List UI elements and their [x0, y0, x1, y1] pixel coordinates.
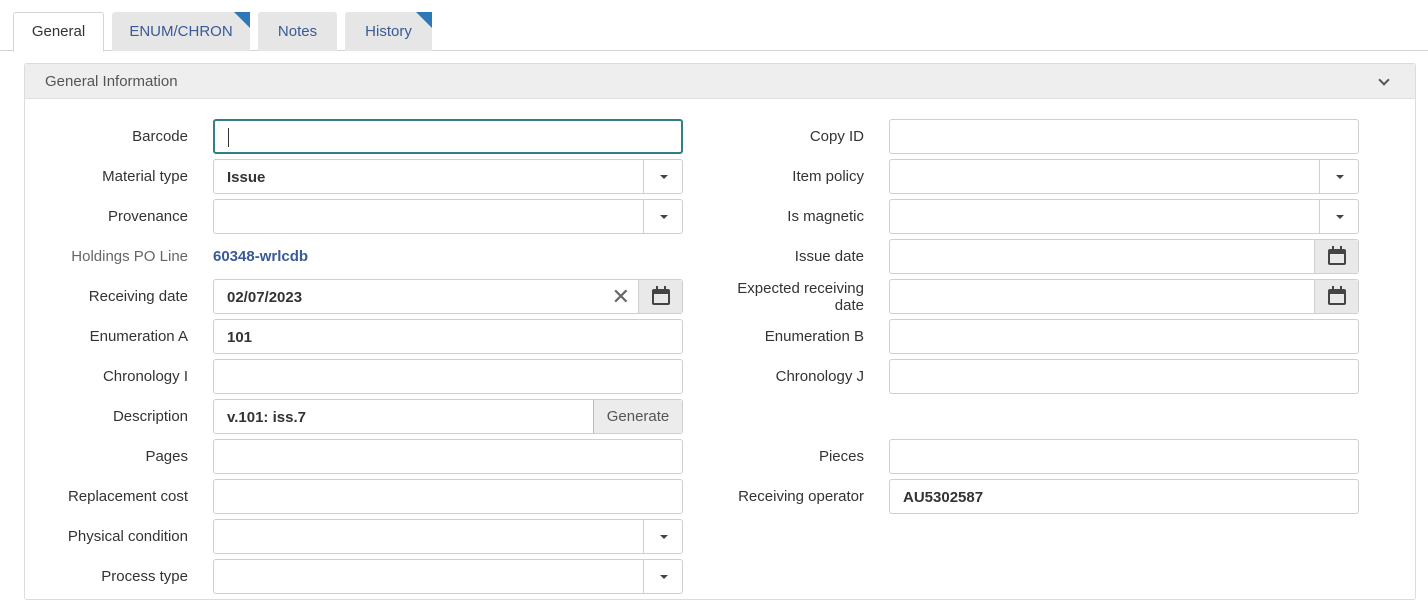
caret-down-icon: [660, 535, 668, 539]
barcode-label: Barcode: [132, 128, 188, 145]
physical-condition-select[interactable]: [213, 519, 683, 554]
chronology-j-label: Chronology J: [775, 368, 864, 385]
enumeration-a-value: 101: [227, 329, 253, 346]
chevron-down-icon[interactable]: [1378, 74, 1390, 86]
chronology-j-input[interactable]: [889, 359, 1359, 394]
tab-general[interactable]: General: [13, 12, 104, 52]
tab-enum-chron[interactable]: ENUM/CHRON: [112, 12, 250, 51]
receiving-operator-value: AU5302587: [903, 489, 984, 506]
caret-down-icon: [660, 175, 668, 179]
item-policy-select[interactable]: [889, 159, 1359, 194]
receiving-date-label: Receiving date: [88, 288, 188, 305]
provenance-select[interactable]: [213, 199, 683, 234]
expected-receiving-date-label-line1: Expected receiving: [737, 280, 864, 297]
pages-label: Pages: [145, 448, 188, 465]
calendar-icon: [1328, 286, 1346, 305]
tab-flag-icon: [234, 12, 250, 28]
description-label: Description: [112, 408, 188, 425]
pieces-input[interactable]: [889, 439, 1359, 474]
item-policy-label: Item policy: [792, 168, 864, 185]
is-magnetic-dropdown-button[interactable]: [1319, 200, 1358, 233]
generate-button[interactable]: Generate: [593, 400, 682, 433]
caret-down-icon: [660, 215, 668, 219]
expected-receiving-date-label-line2: date: [834, 297, 864, 314]
caret-down-icon: [1336, 215, 1344, 219]
pages-input[interactable]: [213, 439, 683, 474]
issue-date-label: Issue date: [794, 248, 864, 265]
text-cursor: [228, 128, 229, 147]
calendar-icon: [1328, 246, 1346, 265]
provenance-label: Provenance: [107, 208, 188, 225]
caret-down-icon: [660, 575, 668, 579]
pieces-label: Pieces: [818, 448, 864, 465]
receiving-operator-label: Receiving operator: [738, 488, 864, 505]
material-type-dropdown-button[interactable]: [643, 160, 682, 193]
barcode-input[interactable]: [213, 119, 683, 154]
issue-date-calendar-button[interactable]: [1314, 240, 1358, 273]
is-magnetic-select[interactable]: [889, 199, 1359, 234]
receiving-date-value: 02/07/2023: [227, 289, 303, 306]
physical-condition-label: Physical condition: [67, 528, 188, 545]
receiving-date-input[interactable]: 02/07/2023 ✕: [213, 279, 683, 314]
receiving-operator-input[interactable]: AU5302587: [889, 479, 1359, 514]
is-magnetic-label: Is magnetic: [787, 208, 864, 225]
description-value: v.101: iss.7: [227, 409, 306, 426]
caret-down-icon: [1336, 175, 1344, 179]
material-type-value: Issue: [227, 169, 266, 186]
expected-receiving-date-input[interactable]: [889, 279, 1359, 314]
replacement-cost-label: Replacement cost: [67, 488, 188, 505]
clear-icon[interactable]: ✕: [612, 286, 630, 308]
process-type-dropdown-button[interactable]: [643, 560, 682, 593]
panel-header[interactable]: General Information: [25, 64, 1415, 99]
enumeration-b-input[interactable]: [889, 319, 1359, 354]
copy-id-input[interactable]: [889, 119, 1359, 154]
tab-history[interactable]: History: [345, 12, 432, 51]
panel-title: General Information: [45, 73, 178, 90]
tab-notes[interactable]: Notes: [258, 12, 337, 51]
tab-history-label: History: [365, 23, 412, 40]
tab-bar: General ENUM/CHRON Notes History: [0, 0, 1428, 52]
replacement-cost-input[interactable]: [213, 479, 683, 514]
holdings-po-line-label: Holdings PO Line: [71, 248, 188, 265]
material-type-select[interactable]: Issue: [213, 159, 683, 194]
enumeration-b-label: Enumeration B: [764, 328, 864, 345]
chronology-i-label: Chronology I: [102, 368, 188, 385]
enumeration-a-label: Enumeration A: [89, 328, 188, 345]
issue-date-input[interactable]: [889, 239, 1359, 274]
enumeration-a-input[interactable]: 101: [213, 319, 683, 354]
receiving-date-calendar-button[interactable]: [638, 280, 682, 313]
process-type-select[interactable]: [213, 559, 683, 594]
expected-receiving-date-calendar-button[interactable]: [1314, 280, 1358, 313]
description-input[interactable]: v.101: iss.7 Generate: [213, 399, 683, 434]
process-type-label: Process type: [101, 568, 188, 585]
copy-id-label: Copy ID: [809, 128, 864, 145]
item-policy-dropdown-button[interactable]: [1319, 160, 1358, 193]
calendar-icon: [652, 286, 670, 305]
physical-condition-dropdown-button[interactable]: [643, 520, 682, 553]
holdings-po-line-link[interactable]: 60348-wrlcdb: [213, 248, 308, 265]
tab-flag-icon: [416, 12, 432, 28]
material-type-label: Material type: [102, 168, 188, 185]
chronology-i-input[interactable]: [213, 359, 683, 394]
expected-receiving-date-label: Expected receiving date: [737, 280, 864, 314]
tab-enum-chron-label: ENUM/CHRON: [129, 23, 233, 40]
provenance-dropdown-button[interactable]: [643, 200, 682, 233]
